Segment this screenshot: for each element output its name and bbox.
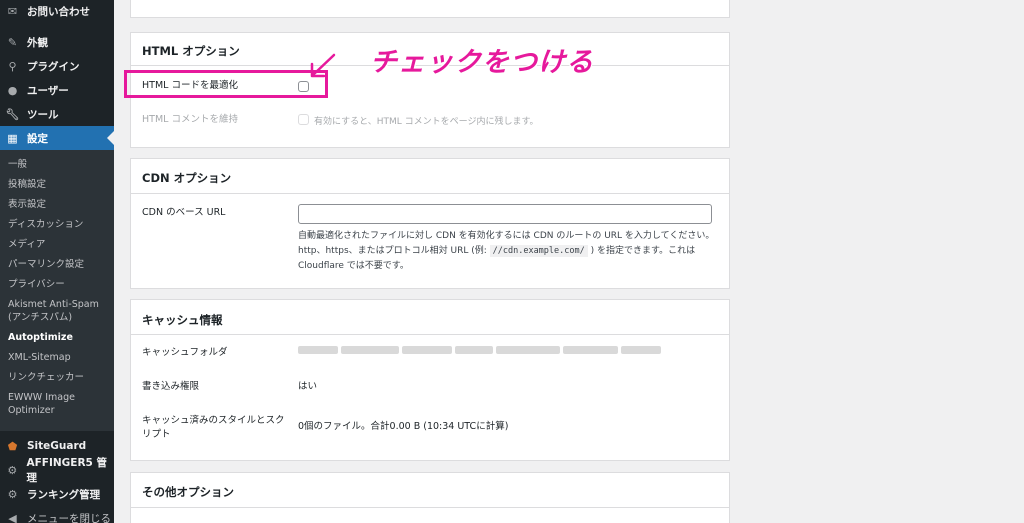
- sidebar-item-label: プラグイン: [27, 60, 80, 73]
- wrench-icon: 🔧︎: [5, 107, 20, 121]
- divider: [131, 334, 729, 335]
- divider: [131, 193, 729, 194]
- submenu-item-discussion[interactable]: ディスカッション: [8, 218, 112, 231]
- submenu-item-writing[interactable]: 投稿設定: [8, 178, 112, 191]
- collapse-icon: ◀: [8, 511, 17, 523]
- sidebar-item-label: ランキング管理: [27, 488, 101, 501]
- cdn-base-url-input[interactable]: [298, 204, 712, 224]
- sidebar-item-plugins[interactable]: ⚲ プラグイン: [0, 58, 114, 74]
- cdn-base-url-description: 自動最適化されたファイルに対し CDN を有効化するには CDN のルートの U…: [298, 229, 718, 274]
- submenu-item-xml-sitemap[interactable]: XML-Sitemap: [8, 351, 112, 364]
- active-indicator: [107, 131, 114, 145]
- cdn-options-title: CDN オプション: [142, 171, 232, 185]
- gear-icon: ⚙: [7, 487, 18, 501]
- submenu-item-privacy[interactable]: プライバシー: [8, 278, 112, 291]
- submenu-item-media[interactable]: メディア: [8, 238, 112, 251]
- cache-info-panel: キャッシュ情報 キャッシュフォルダ 書き込み権限 はい キャッシュ済みのスタイル…: [130, 299, 730, 461]
- sidebar-item-label: AFFINGER5 管理: [26, 457, 108, 484]
- previous-panel: [130, 0, 730, 18]
- sidebar-item-contact[interactable]: ✉ お問い合わせ: [0, 3, 114, 19]
- keep-comments-checkbox[interactable]: [298, 114, 309, 125]
- submenu-item-permalinks[interactable]: パーマリンク設定: [8, 258, 112, 271]
- html-options-title: HTML オプション: [142, 44, 240, 58]
- settings-icon: ▦: [7, 131, 18, 145]
- submenu-item-general[interactable]: 一般: [8, 158, 112, 171]
- submenu-item-ewww[interactable]: EWWW Image Optimizer: [8, 391, 112, 417]
- sidebar-item-users[interactable]: ● ユーザー: [0, 82, 114, 98]
- admin-sidebar: ✉ お問い合わせ ✎ 外観 ⚲ プラグイン ● ユーザー 🔧︎ ツール ▦ 設定…: [0, 0, 114, 523]
- gear-icon: ⚙: [7, 463, 18, 477]
- mail-icon: ✉: [7, 4, 18, 18]
- highlight-box: [124, 70, 328, 98]
- submenu-item-akismet[interactable]: Akismet Anti-Spam (アンチスパム): [8, 298, 112, 324]
- sidebar-item-label: ツール: [27, 108, 59, 121]
- annotation-arrow-icon: [310, 53, 336, 78]
- sidebar-item-label: SiteGuard: [27, 440, 87, 452]
- settings-submenu: 一般 投稿設定 表示設定 ディスカッション メディア パーマリンク設定 プライバ…: [0, 150, 114, 431]
- write-permission-label: 書き込み権限: [142, 381, 200, 392]
- cache-folder-path-redacted: [298, 346, 661, 354]
- sidebar-item-ranking[interactable]: ⚙ ランキング管理: [0, 486, 114, 502]
- brush-icon: ✎: [7, 35, 18, 49]
- annotation-text: チェックをつける: [370, 47, 594, 78]
- keep-comments-label: HTML コメントを維持: [142, 114, 238, 125]
- sidebar-collapse-menu[interactable]: ◀ メニューを閉じる: [0, 510, 114, 523]
- write-permission-value: はい: [298, 381, 318, 392]
- sidebar-item-tools[interactable]: 🔧︎ ツール: [0, 106, 114, 122]
- sidebar-item-affinger[interactable]: ⚙ AFFINGER5 管理: [0, 457, 114, 484]
- sidebar-item-label: ユーザー: [27, 84, 69, 97]
- keep-comments-hint: 有効にすると、HTML コメントをページ内に残します。: [314, 117, 539, 127]
- submenu-item-autoptimize[interactable]: Autoptimize: [8, 331, 112, 344]
- desc-code-example: //cdn.example.com/: [489, 245, 588, 257]
- submenu-item-reading[interactable]: 表示設定: [8, 198, 112, 211]
- cached-files-value: 0個のファイル。合計0.00 B (10:34 UTCに計算): [298, 421, 509, 432]
- cached-files-label: キャッシュ済みのスタイルとスクリプト: [142, 415, 285, 440]
- shield-icon: ⬟: [7, 439, 18, 453]
- cdn-options-panel: CDN オプション CDN のベース URL 自動最適化されたファイルに対し C…: [130, 158, 730, 289]
- divider: [131, 507, 729, 508]
- sidebar-item-label: メニューを閉じる: [27, 512, 111, 523]
- plugin-icon: ⚲: [8, 59, 17, 73]
- cache-folder-label: キャッシュフォルダ: [142, 347, 228, 358]
- sidebar-item-label: お問い合わせ: [27, 5, 90, 18]
- submenu-item-link-checker[interactable]: リンクチェッカー: [8, 371, 112, 384]
- cdn-base-url-label: CDN のベース URL: [142, 207, 226, 218]
- sidebar-item-appearance[interactable]: ✎ 外観: [0, 34, 114, 50]
- sidebar-item-label: 設定: [27, 132, 48, 145]
- other-options-title: その他オプション: [142, 485, 234, 499]
- user-icon: ●: [7, 83, 18, 97]
- sidebar-item-siteguard[interactable]: ⬟ SiteGuard: [0, 438, 114, 454]
- cache-info-title: キャッシュ情報: [142, 313, 223, 327]
- other-options-panel: その他オプション: [130, 472, 730, 523]
- sidebar-item-settings[interactable]: ▦ 設定: [0, 126, 114, 150]
- sidebar-item-label: 外観: [27, 36, 48, 49]
